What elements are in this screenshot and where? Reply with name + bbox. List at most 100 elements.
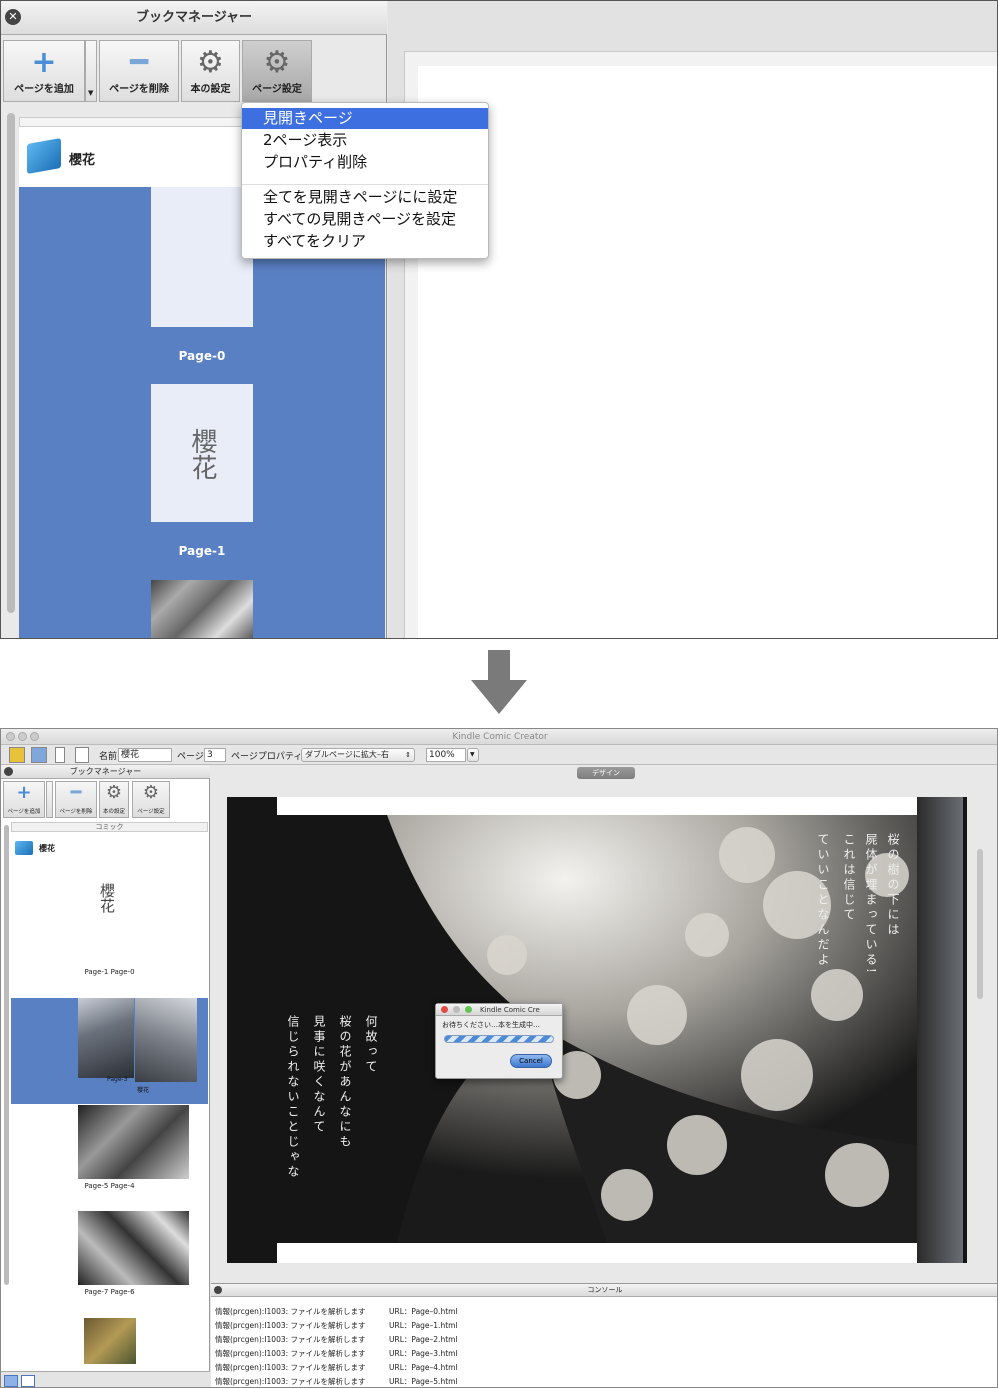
book-manager-panel: ブックマネージャー + ページを追加 ━ ページを削除 ⚙ 本の設定 ⚙ ページ…	[1, 765, 210, 1387]
book-settings-label: 本の設定	[190, 84, 231, 95]
page-label: ページ	[177, 752, 204, 762]
name-input[interactable]: 櫻花	[118, 748, 172, 762]
top-screenshot: ブックマネージャー ✕ + ページを追加 ▼ ━ ページを削除 ⚙ 本の設定 ⚙…	[0, 0, 998, 639]
image-icon[interactable]	[9, 747, 25, 763]
add-page-button[interactable]: + ページを追加	[3, 40, 85, 102]
dialog-message: お待ちください…本を生成中…	[442, 1021, 540, 1029]
menu-item-set-all-spread[interactable]: 全てを見開きページにに設定	[242, 187, 488, 208]
page-thumbnail[interactable]	[84, 1318, 136, 1364]
design-area	[388, 1, 997, 638]
grid-view-icon[interactable]	[21, 1375, 35, 1387]
poem-line: 屍体が埋まっている!	[864, 833, 878, 976]
selected-spread[interactable]: Page-3 櫻花	[11, 998, 208, 1104]
minimize-window-icon	[453, 1006, 460, 1013]
close-icon[interactable]: ✕	[5, 9, 21, 25]
scrollbar[interactable]	[7, 113, 15, 613]
add-page-dropdown[interactable]	[46, 781, 53, 818]
zoom-window-icon[interactable]	[30, 732, 39, 741]
menu-item-spread[interactable]: 見開きページ	[242, 108, 488, 129]
menu-item-clear-all[interactable]: すべてをクリア	[242, 231, 488, 252]
console-url: URL：Page–5.html	[389, 1377, 458, 1386]
zoom-input[interactable]: 100%	[426, 748, 466, 762]
bottom-screenshot: Kindle Comic Creator 名前 櫻花 ページ 3 ページプロパテ…	[0, 728, 998, 1388]
page-margin	[277, 1243, 917, 1263]
page-canvas	[418, 66, 997, 638]
page-label: Page-1	[178, 544, 226, 558]
book-name: 櫻花	[39, 844, 55, 853]
book-settings-button[interactable]: ⚙ 本の設定	[99, 781, 129, 818]
page-property-value: ダブルページに拡大–右	[305, 750, 389, 759]
menu-item-delete-property[interactable]: プロパティ削除	[242, 152, 488, 173]
add-page-dropdown[interactable]: ▼	[85, 40, 97, 102]
down-arrow-icon	[471, 650, 527, 714]
delete-page-button[interactable]: ━ ページを削除	[55, 781, 97, 818]
add-page-label: ページを追加	[14, 84, 74, 95]
cancel-button[interactable]: Cancel	[510, 1054, 552, 1068]
console-title: コンソール	[211, 1284, 997, 1297]
close-window-icon[interactable]	[6, 732, 15, 741]
menu-separator	[242, 184, 488, 185]
gear-icon: ⚙	[197, 45, 224, 80]
book-manager-panel: ブックマネージャー ✕ + ページを追加 ▼ ━ ページを削除 ⚙ 本の設定 ⚙…	[1, 1, 387, 638]
page-property-select[interactable]: ダブルページに拡大–右 ⇕	[301, 748, 415, 762]
poem-line: 桜の花があんなにも	[338, 1015, 352, 1150]
spread-label: Page-5 Page-4	[84, 1182, 135, 1190]
progress-dialog: Kindle Comic Cre お待ちください…本を生成中… Cancel	[435, 1003, 563, 1079]
console-url: URL：Page–0.html	[389, 1307, 458, 1316]
spread-sublabel: 櫻花	[137, 1087, 150, 1094]
list-view-icon[interactable]	[4, 1375, 18, 1387]
book-icon	[27, 138, 61, 174]
text-icon[interactable]	[55, 747, 65, 763]
frame-icon[interactable]	[75, 747, 89, 763]
page-label: Page-0	[178, 349, 226, 363]
page-input[interactable]: 3	[204, 748, 226, 762]
spread-label: Page-7 Page-6	[84, 1288, 135, 1296]
minimize-window-icon[interactable]	[18, 732, 27, 741]
close-window-icon[interactable]	[441, 1006, 448, 1013]
poem-line: ていいことなんだよ	[816, 833, 830, 968]
delete-page-button[interactable]: ━ ページを削除	[99, 40, 179, 102]
section-header	[19, 117, 249, 127]
spread-label: Page-1 Page-0	[84, 968, 135, 976]
book-settings-button[interactable]: ⚙ 本の設定	[181, 40, 240, 102]
add-page-button[interactable]: + ページを追加	[3, 781, 45, 818]
panel-title: ブックマネージャー	[1, 765, 210, 779]
window-titlebar: Kindle Comic Creator	[1, 729, 997, 745]
page-settings-label: ページ設定	[137, 809, 165, 815]
console-line: 情報(prcgen):I1003: ファイルを解析します	[215, 1335, 366, 1344]
plus-icon: +	[31, 45, 57, 80]
scrollbar[interactable]	[4, 825, 9, 1285]
page-settings-button[interactable]: ⚙ ページ設定	[132, 781, 170, 818]
spread-label: Page-3	[107, 1076, 128, 1083]
progress-bar	[444, 1035, 554, 1043]
main-toolbar: 名前 櫻花 ページ 3 ページプロパティ ダブルページに拡大–右 ⇕ 100% …	[1, 745, 997, 765]
page-thumbnail	[135, 998, 197, 1082]
chevron-down-icon: ▼	[88, 89, 94, 97]
page-thumbnail[interactable]	[78, 1211, 189, 1285]
name-label: 名前	[99, 752, 118, 762]
zoom-dropdown[interactable]: ▼	[467, 748, 479, 762]
close-icon[interactable]	[4, 767, 13, 776]
page-settings-label: ページ設定	[252, 84, 302, 95]
console-url: URL：Page–2.html	[389, 1335, 458, 1344]
poem-line: 信じられないことじゃな	[286, 1015, 300, 1180]
plus-icon: +	[16, 782, 32, 803]
page-thumbnail[interactable]	[151, 580, 253, 638]
tab-design[interactable]: デザイン	[577, 767, 635, 779]
gear-icon: ⚙	[105, 782, 123, 803]
page-thumbnail[interactable]	[151, 187, 253, 327]
page-settings-button[interactable]: ⚙ ページ設定	[242, 40, 312, 102]
page-thumbnail[interactable]: 櫻花	[151, 384, 253, 522]
folder-icon[interactable]	[31, 747, 47, 763]
page-thumbnail[interactable]	[78, 1105, 189, 1179]
zoom-window-icon[interactable]	[465, 1006, 472, 1013]
console-line: 情報(prcgen):I1003: ファイルを解析します	[215, 1349, 366, 1358]
scrollbar[interactable]	[977, 849, 983, 999]
menu-item-set-all-spread-pages[interactable]: すべての見開きページを設定	[242, 209, 488, 230]
gear-icon: ⚙	[142, 782, 160, 803]
chevron-down-icon: ▼	[470, 751, 475, 758]
panel-title: ブックマネージャー	[1, 1, 387, 35]
menu-item-two-page[interactable]: 2ページ表示	[242, 130, 488, 151]
close-icon[interactable]	[214, 1286, 222, 1294]
design-area: デザイン 桜の樹の下には 屍体が埋まっている! これは信じて ていいことなんだよ…	[211, 765, 997, 1287]
